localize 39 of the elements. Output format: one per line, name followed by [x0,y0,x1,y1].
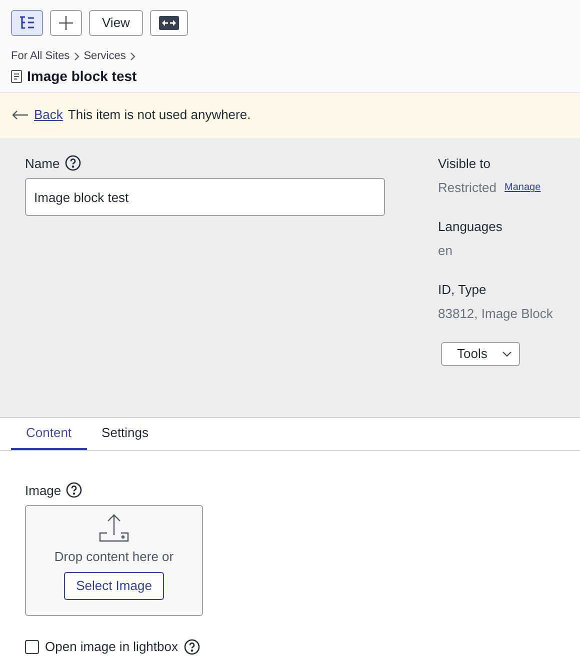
chevron-down-icon [502,350,512,356]
tab[interactable]: Content [11,418,87,450]
lightbox-checkbox[interactable] [25,640,39,654]
expand-icon [158,16,179,30]
drop-text: Drop content here or [54,548,174,566]
field-label: Name [25,154,60,172]
tree-button[interactable] [11,10,43,36]
drop-zone[interactable]: Drop content here or Select Image [25,505,203,616]
info-label: ID, Type [438,280,488,299]
info-label: Visible to [438,154,492,172]
tools-dropdown[interactable]: Tools [441,342,520,366]
expand-button[interactable] [150,10,188,36]
help-icon[interactable] [66,482,82,498]
name-input[interactable]: Image block test [25,178,385,216]
add-button[interactable] [50,10,82,36]
select-image-button[interactable]: Select Image [64,572,164,600]
chevron-right-icon [130,52,136,61]
info-value: 83812, Image Block [438,305,553,323]
chevron-right-icon [74,52,80,61]
notice-text: This item is not used anywhere. [68,106,251,124]
document-icon [11,70,22,82]
help-icon[interactable] [184,638,200,655]
view-button[interactable]: View [89,10,143,36]
help-icon[interactable] [64,155,81,172]
arrow-left-icon [12,110,29,120]
breadcrumb-link[interactable]: Services [84,48,126,64]
manage-link[interactable]: Manage [504,180,541,196]
tab[interactable]: Settings [86,418,164,450]
checkbox-label: Open image in lightbox [45,638,178,656]
info-label: Languages [438,218,504,236]
info-value: en [438,242,452,260]
field-label: Image [25,482,62,500]
upload-icon [99,513,129,543]
page-title: Image block test [27,66,137,86]
info-value: Restricted [438,179,497,197]
plus-icon [58,15,74,31]
tree-list-icon [19,16,35,30]
back-link[interactable]: Back [34,105,63,125]
breadcrumb-link[interactable]: For All Sites [11,48,70,64]
